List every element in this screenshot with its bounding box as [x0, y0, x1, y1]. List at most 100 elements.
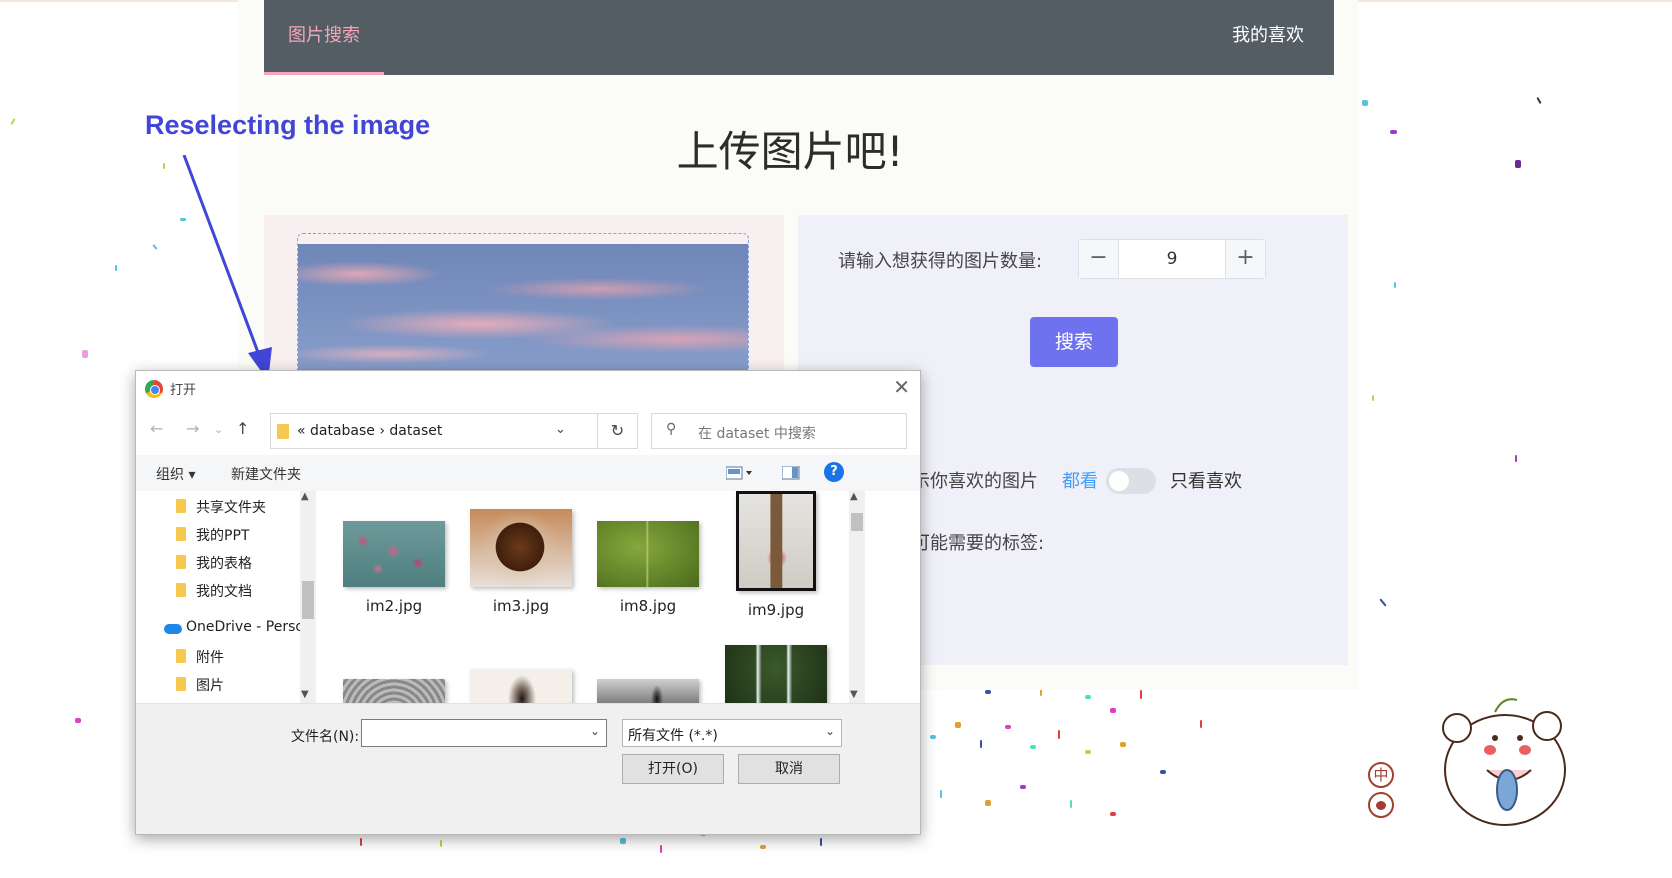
onedrive-cloud-icon	[164, 624, 182, 634]
nav-item-attachments[interactable]: 附件	[136, 643, 306, 669]
chevron-down-icon[interactable]: ⌄	[555, 422, 566, 437]
search-button[interactable]: 搜索	[1030, 317, 1118, 367]
scroll-thumb[interactable]	[302, 581, 314, 619]
show-favorites-label: 示你喜欢的图片	[912, 471, 1038, 492]
folder-icon	[176, 555, 186, 569]
nav-scrollbar[interactable]: ▲ ▼	[300, 491, 316, 703]
folder-icon	[176, 677, 186, 691]
filetype-select[interactable]: 所有文件 (*.*) ⌄	[622, 719, 842, 747]
dialog-footer: 文件名(N): ⌄ 所有文件 (*.*) ⌄ 打开(O) 取消	[136, 703, 920, 834]
toggle-knob	[1109, 471, 1129, 491]
dialog-toolbar: 组织 ▾ 新建文件夹 ?	[136, 455, 920, 491]
nav-item-my-sheets[interactable]: 我的表格	[136, 549, 306, 575]
file-item[interactable]	[466, 669, 576, 703]
mascot-bear-icon	[1442, 698, 1566, 826]
top-nav: 图片搜索 我的喜欢	[264, 0, 1334, 75]
cancel-button[interactable]: 取消	[738, 754, 840, 784]
file-list: im2.jpg im3.jpg im8.jpg im9.jpg	[321, 491, 849, 703]
folder-icon	[176, 527, 186, 541]
folder-icon	[277, 424, 289, 439]
file-item[interactable]	[721, 645, 831, 703]
ime-badge[interactable]: 中	[1368, 762, 1394, 788]
show-all-label: 都看	[1062, 471, 1098, 492]
search-icon: ⚲	[666, 421, 677, 437]
folder-icon	[176, 649, 186, 663]
up-arrow-icon[interactable]: ↑	[236, 419, 249, 438]
increment-button[interactable]: +	[1225, 240, 1265, 278]
file-open-dialog: 打开 ✕ ← → ⌄ ↑ « database › dataset ⌄ ↻ ⚲ …	[135, 370, 921, 835]
file-item[interactable]: im8.jpg	[593, 521, 703, 615]
page-title: 上传图片吧!	[676, 127, 904, 176]
nav-item-label: 共享文件夹	[196, 500, 266, 516]
nav-item-label: 我的表格	[196, 556, 252, 572]
folder-icon	[176, 583, 186, 597]
chevron-down-icon: ⌄	[824, 724, 835, 738]
annotation-text: Reselecting the image	[145, 110, 431, 140]
scroll-down-icon[interactable]: ▼	[301, 689, 309, 700]
dialog-title: 打开	[170, 383, 197, 398]
folder-icon	[176, 499, 186, 513]
decrement-button[interactable]: −	[1079, 240, 1119, 278]
file-item[interactable]: im9.jpg	[721, 491, 831, 619]
organize-menu[interactable]: 组织 ▾	[156, 464, 195, 484]
forward-arrow-icon[interactable]: →	[186, 419, 199, 438]
scroll-up-icon[interactable]: ▲	[301, 491, 309, 502]
file-thumbnail	[725, 645, 827, 703]
file-thumbnail	[736, 491, 816, 591]
image-count-stepper: − 9 +	[1078, 239, 1266, 279]
help-icon[interactable]: ?	[824, 462, 844, 482]
scroll-thumb[interactable]	[851, 513, 863, 531]
file-thumbnail	[597, 679, 699, 703]
scroll-up-icon[interactable]: ▲	[850, 491, 858, 502]
view-options-icon[interactable]	[726, 466, 754, 480]
filename-input[interactable]: ⌄	[361, 719, 607, 747]
suggested-tags-label: 可能需要的标签:	[912, 533, 1045, 554]
file-thumbnail	[470, 509, 572, 587]
refresh-icon[interactable]: ↻	[598, 413, 638, 449]
file-item[interactable]: im3.jpg	[466, 509, 576, 615]
file-name: im2.jpg	[365, 597, 423, 615]
nav-item-shared-folder[interactable]: 共享文件夹	[136, 493, 306, 519]
address-row: ← → ⌄ ↑ « database › dataset ⌄ ↻ ⚲ 在 dat…	[136, 413, 920, 449]
file-thumbnail	[343, 679, 445, 703]
file-item[interactable]: im2.jpg	[339, 521, 449, 615]
nav-item-my-ppt[interactable]: 我的PPT	[136, 521, 306, 547]
address-bar[interactable]: « database › dataset ⌄	[270, 413, 598, 449]
nav-item-label: 图片	[196, 678, 224, 694]
nav-item-onedrive[interactable]: OneDrive - Perso	[136, 615, 306, 641]
file-item[interactable]	[339, 679, 449, 703]
filetype-value: 所有文件 (*.*)	[628, 728, 718, 744]
chrome-icon	[145, 380, 163, 398]
back-arrow-icon[interactable]: ←	[150, 419, 163, 438]
navigation-pane: 共享文件夹 我的PPT 我的表格 我的文档 OneDrive - Perso 附…	[136, 491, 316, 703]
favorites-only-label: 只看喜欢	[1170, 471, 1242, 492]
folder-search-input[interactable]: ⚲ 在 dataset 中搜索	[651, 413, 907, 449]
favorites-only-toggle[interactable]	[1106, 468, 1156, 494]
preview-pane-icon[interactable]	[782, 466, 800, 480]
search-placeholder: 在 dataset 中搜索	[698, 426, 816, 442]
file-name: im3.jpg	[492, 597, 550, 615]
annotation-arrow-icon	[182, 155, 272, 381]
scroll-down-icon[interactable]: ▼	[850, 689, 858, 700]
recent-dropdown-icon[interactable]: ⌄	[214, 423, 223, 436]
dialog-titlebar: 打开 ✕	[136, 371, 920, 405]
file-scrollbar[interactable]: ▲ ▼	[849, 491, 865, 703]
nav-link-favorites[interactable]: 我的喜欢	[1232, 0, 1304, 75]
open-button[interactable]: 打开(O)	[622, 754, 724, 784]
close-icon[interactable]: ✕	[893, 375, 910, 399]
new-folder-button[interactable]: 新建文件夹	[231, 464, 301, 484]
nav-item-label: 附件	[196, 650, 224, 666]
nav-item-label: 我的PPT	[196, 528, 250, 544]
file-thumbnail	[597, 521, 699, 587]
nav-item-pictures[interactable]: 图片	[136, 671, 306, 697]
file-item[interactable]	[593, 679, 703, 703]
nav-tab-image-search[interactable]: 图片搜索	[264, 0, 384, 75]
nav-item-my-docs[interactable]: 我的文档	[136, 577, 306, 603]
chevron-down-icon[interactable]: ⌄	[590, 724, 600, 738]
bear-badge-icon[interactable]	[1368, 792, 1394, 818]
address-path: « database › dataset	[297, 423, 443, 439]
nav-item-label: 我的文档	[196, 584, 252, 600]
nav-item-label: OneDrive - Perso	[186, 619, 304, 635]
file-thumbnail	[470, 669, 572, 703]
image-count-input[interactable]: 9	[1119, 240, 1225, 278]
